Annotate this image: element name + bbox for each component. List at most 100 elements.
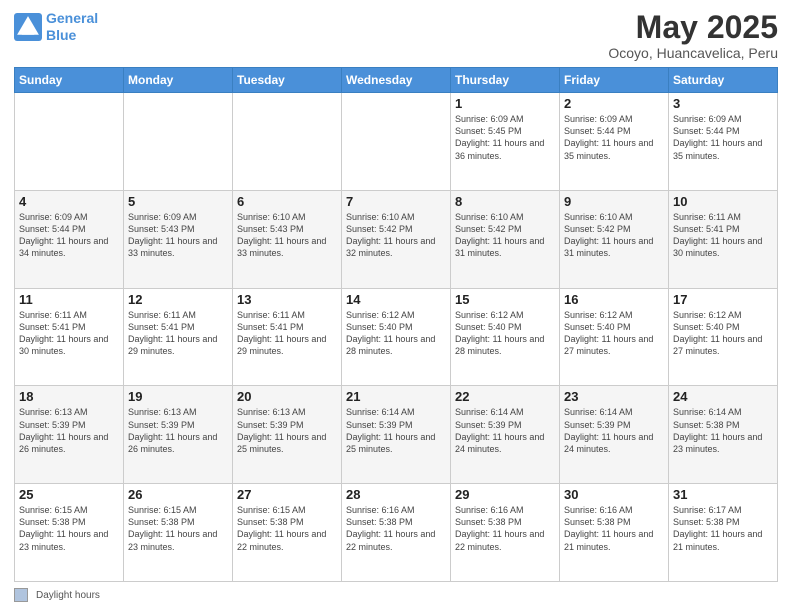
day-number: 10 <box>673 194 773 209</box>
page: General Blue May 2025 Ocoyo, Huancavelic… <box>0 0 792 612</box>
calendar-day-cell: 15 Sunrise: 6:12 AM Sunset: 5:40 PM Dayli… <box>451 288 560 386</box>
day-info: Sunrise: 6:13 AM Sunset: 5:39 PM Dayligh… <box>128 406 228 455</box>
weekday-header-row: SundayMondayTuesdayWednesdayThursdayFrid… <box>15 68 778 93</box>
calendar-day-cell: 24 Sunrise: 6:14 AM Sunset: 5:38 PM Dayli… <box>669 386 778 484</box>
logo-general: General <box>46 10 98 26</box>
day-info: Sunrise: 6:11 AM Sunset: 5:41 PM Dayligh… <box>19 309 119 358</box>
calendar-week-row: 25 Sunrise: 6:15 AM Sunset: 5:38 PM Dayli… <box>15 484 778 582</box>
day-number: 20 <box>237 389 337 404</box>
day-info: Sunrise: 6:11 AM Sunset: 5:41 PM Dayligh… <box>237 309 337 358</box>
legend-label: Daylight hours <box>36 590 100 601</box>
day-number: 2 <box>564 96 664 111</box>
calendar-day-cell: 30Sunrise: 6:16 AM Sunset: 5:38 PM Dayli… <box>560 484 669 582</box>
day-info: Sunrise: 6:17 AM Sunset: 5:38 PM Dayligh… <box>673 504 773 553</box>
weekday-header: Wednesday <box>342 68 451 93</box>
calendar-day-cell: 3 Sunrise: 6:09 AM Sunset: 5:44 PM Daylig… <box>669 93 778 191</box>
day-number: 21 <box>346 389 446 404</box>
calendar-day-cell: 2 Sunrise: 6:09 AM Sunset: 5:44 PM Daylig… <box>560 93 669 191</box>
header: General Blue May 2025 Ocoyo, Huancavelic… <box>14 10 778 61</box>
day-info: Sunrise: 6:15 AM Sunset: 5:38 PM Dayligh… <box>237 504 337 553</box>
calendar-day-cell: 28 Sunrise: 6:16 AM Sunset: 5:38 PM Dayli… <box>342 484 451 582</box>
calendar-week-row: 18 Sunrise: 6:13 AM Sunset: 5:39 PM Dayli… <box>15 386 778 484</box>
day-info: Sunrise: 6:16 AM Sunset: 5:38 PM Dayligh… <box>455 504 555 553</box>
day-number: 18 <box>19 389 119 404</box>
day-info: Sunrise: 6:11 AM Sunset: 5:41 PM Dayligh… <box>673 211 773 260</box>
calendar-day-cell: 11 Sunrise: 6:11 AM Sunset: 5:41 PM Dayli… <box>15 288 124 386</box>
day-info: Sunrise: 6:10 AM Sunset: 5:43 PM Dayligh… <box>237 211 337 260</box>
day-number: 9 <box>564 194 664 209</box>
day-number: 30 <box>564 487 664 502</box>
day-number: 28 <box>346 487 446 502</box>
day-number: 24 <box>673 389 773 404</box>
calendar-week-row: 1Sunrise: 6:09 AM Sunset: 5:45 PM Daylig… <box>15 93 778 191</box>
weekday-header: Sunday <box>15 68 124 93</box>
logo: General Blue <box>14 10 98 44</box>
calendar-day-cell: 27 Sunrise: 6:15 AM Sunset: 5:38 PM Dayli… <box>233 484 342 582</box>
calendar-day-cell: 19 Sunrise: 6:13 AM Sunset: 5:39 PM Dayli… <box>124 386 233 484</box>
footer: Daylight hours <box>14 588 778 602</box>
day-number: 27 <box>237 487 337 502</box>
day-info: Sunrise: 6:12 AM Sunset: 5:40 PM Dayligh… <box>346 309 446 358</box>
calendar-day-cell: 8 Sunrise: 6:10 AM Sunset: 5:42 PM Daylig… <box>451 190 560 288</box>
day-info: Sunrise: 6:13 AM Sunset: 5:39 PM Dayligh… <box>237 406 337 455</box>
day-number: 8 <box>455 194 555 209</box>
calendar-day-cell: 17Sunrise: 6:12 AM Sunset: 5:40 PM Dayli… <box>669 288 778 386</box>
day-info: Sunrise: 6:10 AM Sunset: 5:42 PM Dayligh… <box>564 211 664 260</box>
calendar-day-cell: 10 Sunrise: 6:11 AM Sunset: 5:41 PM Dayli… <box>669 190 778 288</box>
day-number: 4 <box>19 194 119 209</box>
calendar-day-cell <box>124 93 233 191</box>
day-info: Sunrise: 6:10 AM Sunset: 5:42 PM Dayligh… <box>455 211 555 260</box>
calendar-day-cell: 20 Sunrise: 6:13 AM Sunset: 5:39 PM Dayli… <box>233 386 342 484</box>
logo-text: General Blue <box>46 10 98 44</box>
calendar-day-cell <box>233 93 342 191</box>
day-info: Sunrise: 6:09 AM Sunset: 5:44 PM Dayligh… <box>19 211 119 260</box>
calendar-day-cell: 22Sunrise: 6:14 AM Sunset: 5:39 PM Dayli… <box>451 386 560 484</box>
day-number: 14 <box>346 292 446 307</box>
day-info: Sunrise: 6:10 AM Sunset: 5:42 PM Dayligh… <box>346 211 446 260</box>
weekday-header: Friday <box>560 68 669 93</box>
day-info: Sunrise: 6:09 AM Sunset: 5:44 PM Dayligh… <box>564 113 664 162</box>
day-number: 29 <box>455 487 555 502</box>
day-info: Sunrise: 6:14 AM Sunset: 5:39 PM Dayligh… <box>564 406 664 455</box>
calendar-day-cell: 6 Sunrise: 6:10 AM Sunset: 5:43 PM Daylig… <box>233 190 342 288</box>
day-info: Sunrise: 6:09 AM Sunset: 5:44 PM Dayligh… <box>673 113 773 162</box>
day-number: 17 <box>673 292 773 307</box>
day-number: 25 <box>19 487 119 502</box>
calendar-day-cell: 5 Sunrise: 6:09 AM Sunset: 5:43 PM Daylig… <box>124 190 233 288</box>
calendar-day-cell: 13 Sunrise: 6:11 AM Sunset: 5:41 PM Dayli… <box>233 288 342 386</box>
day-number: 26 <box>128 487 228 502</box>
calendar-day-cell: 21Sunrise: 6:14 AM Sunset: 5:39 PM Dayli… <box>342 386 451 484</box>
weekday-header: Tuesday <box>233 68 342 93</box>
day-number: 23 <box>564 389 664 404</box>
calendar-day-cell <box>342 93 451 191</box>
weekday-header: Thursday <box>451 68 560 93</box>
logo-icon <box>14 13 42 41</box>
subtitle: Ocoyo, Huancavelica, Peru <box>608 45 778 61</box>
day-number: 7 <box>346 194 446 209</box>
calendar-day-cell: 31 Sunrise: 6:17 AM Sunset: 5:38 PM Dayli… <box>669 484 778 582</box>
calendar-day-cell: 26Sunrise: 6:15 AM Sunset: 5:38 PM Dayli… <box>124 484 233 582</box>
day-info: Sunrise: 6:14 AM Sunset: 5:38 PM Dayligh… <box>673 406 773 455</box>
day-info: Sunrise: 6:13 AM Sunset: 5:39 PM Dayligh… <box>19 406 119 455</box>
day-number: 11 <box>19 292 119 307</box>
day-number: 3 <box>673 96 773 111</box>
day-number: 31 <box>673 487 773 502</box>
calendar-day-cell: 25 Sunrise: 6:15 AM Sunset: 5:38 PM Dayli… <box>15 484 124 582</box>
day-info: Sunrise: 6:16 AM Sunset: 5:38 PM Dayligh… <box>346 504 446 553</box>
day-number: 15 <box>455 292 555 307</box>
day-number: 19 <box>128 389 228 404</box>
day-number: 5 <box>128 194 228 209</box>
day-number: 12 <box>128 292 228 307</box>
day-info: Sunrise: 6:09 AM Sunset: 5:43 PM Dayligh… <box>128 211 228 260</box>
day-number: 1 <box>455 96 555 111</box>
calendar-day-cell: 23 Sunrise: 6:14 AM Sunset: 5:39 PM Dayli… <box>560 386 669 484</box>
day-number: 6 <box>237 194 337 209</box>
logo-blue: Blue <box>46 27 76 43</box>
title-block: May 2025 Ocoyo, Huancavelica, Peru <box>608 10 778 61</box>
calendar-day-cell: 12Sunrise: 6:11 AM Sunset: 5:41 PM Dayli… <box>124 288 233 386</box>
day-info: Sunrise: 6:12 AM Sunset: 5:40 PM Dayligh… <box>455 309 555 358</box>
day-number: 22 <box>455 389 555 404</box>
day-info: Sunrise: 6:15 AM Sunset: 5:38 PM Dayligh… <box>19 504 119 553</box>
day-number: 13 <box>237 292 337 307</box>
calendar-table: SundayMondayTuesdayWednesdayThursdayFrid… <box>14 67 778 582</box>
